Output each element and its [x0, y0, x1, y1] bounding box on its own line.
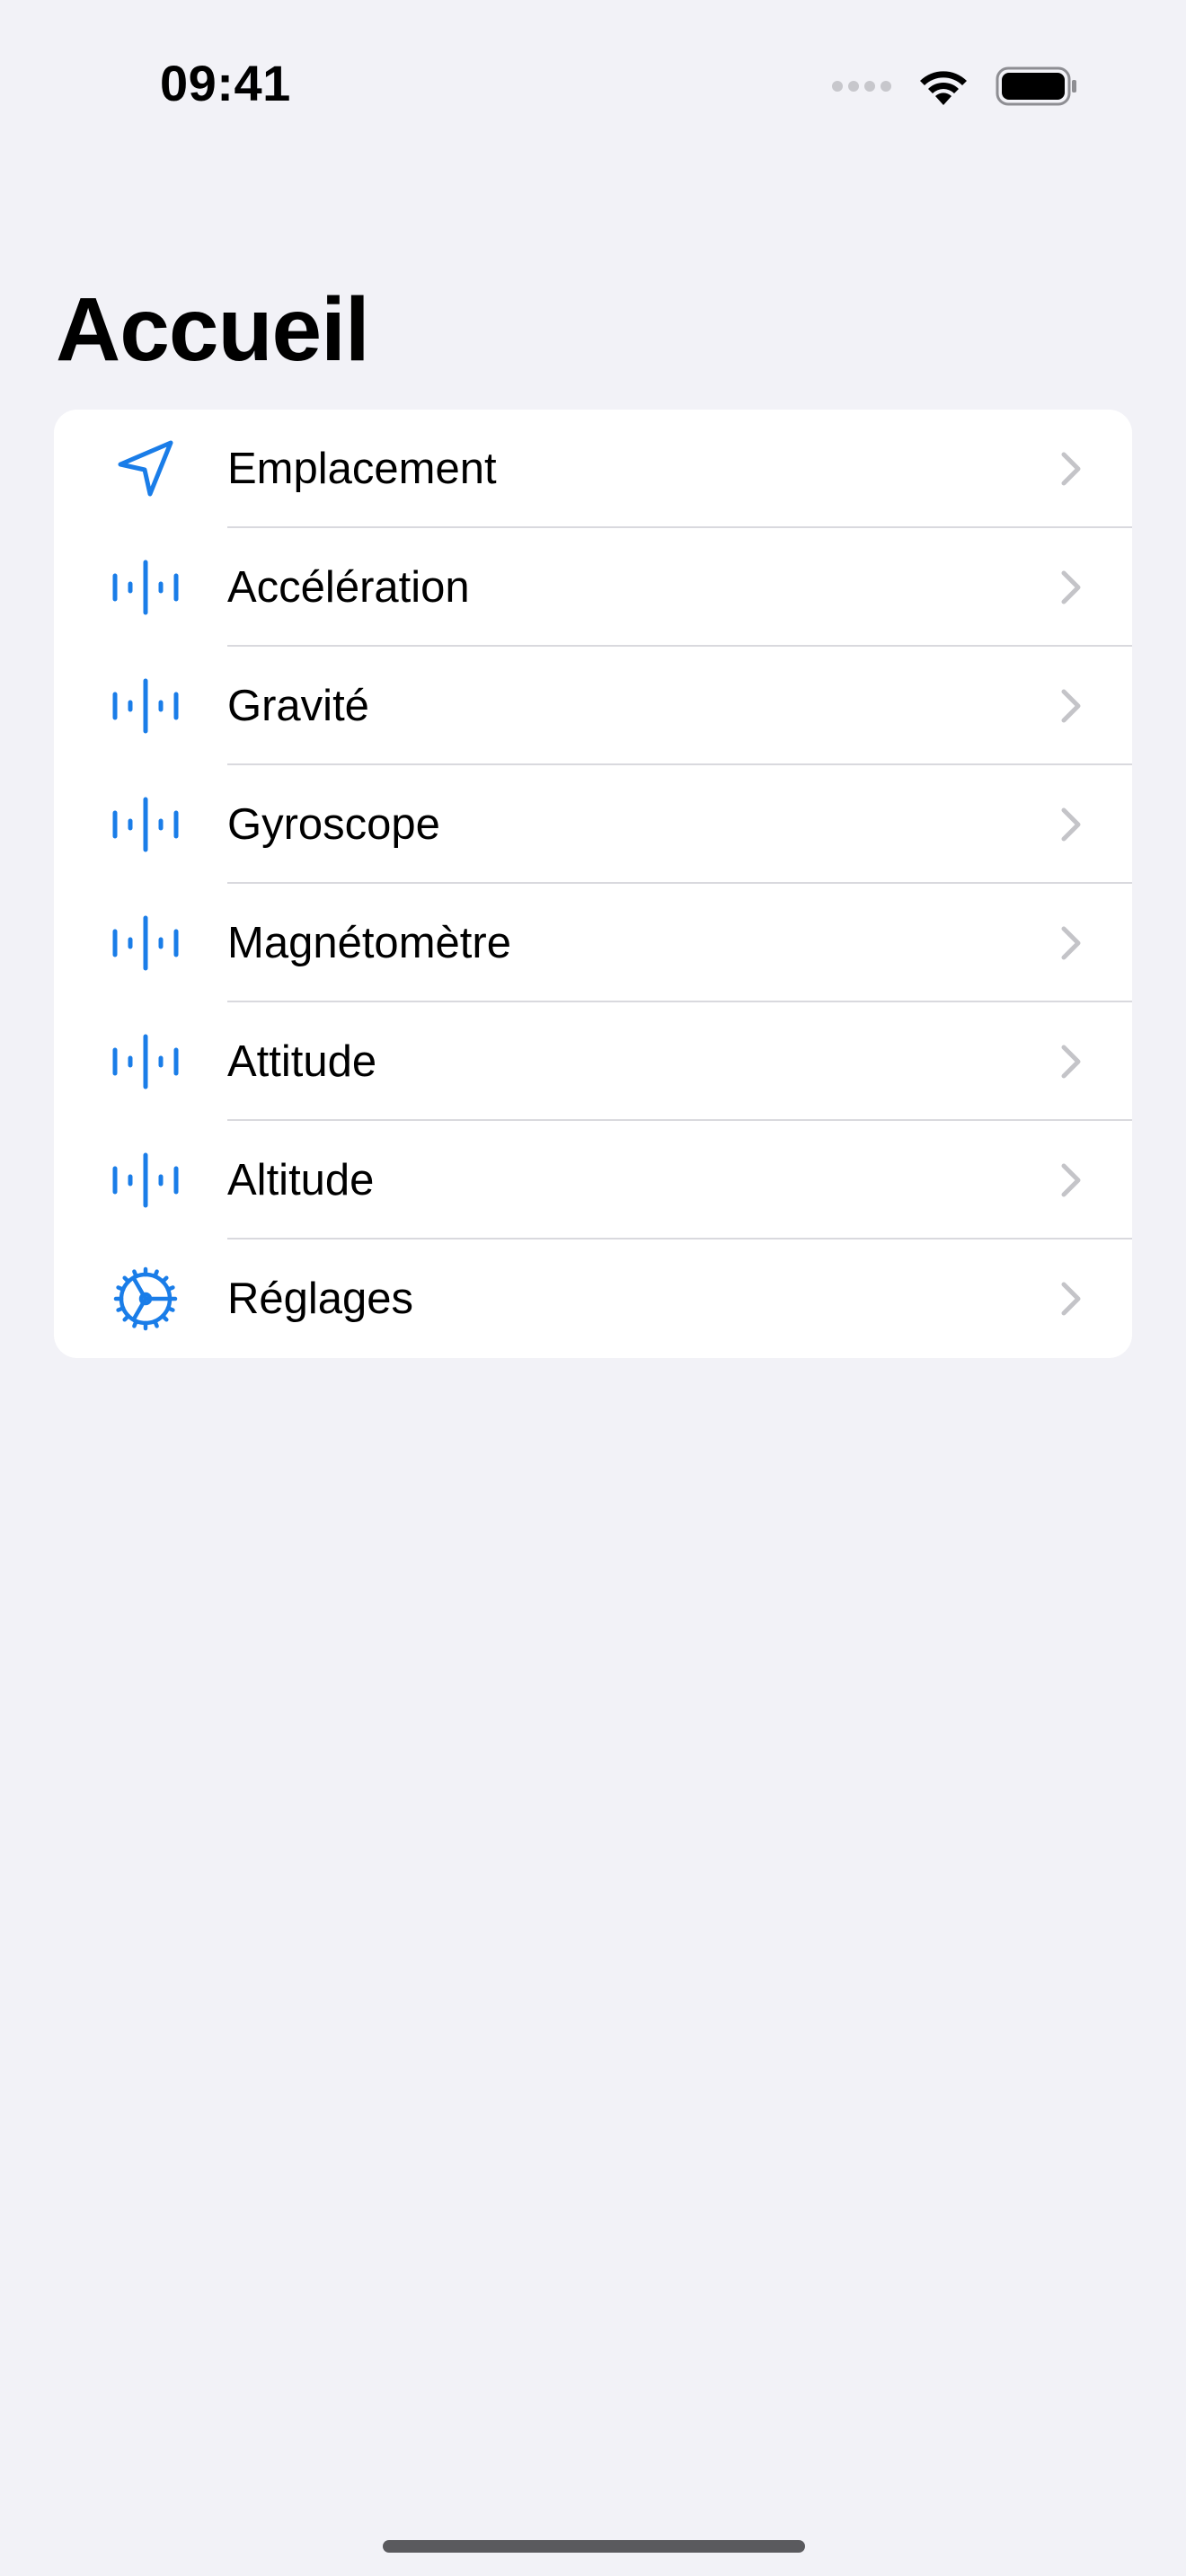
- waveform-icon: [108, 787, 183, 862]
- gear-icon: [108, 1261, 183, 1337]
- home-indicator[interactable]: [383, 2540, 805, 2553]
- waveform-icon: [108, 905, 183, 981]
- waveform-icon: [108, 668, 183, 744]
- menu-item-label: Gyroscope: [227, 800, 440, 849]
- menu-item-label: Accélération: [227, 563, 470, 612]
- menu-item-label: Gravité: [227, 682, 369, 730]
- waveform-icon: [108, 1024, 183, 1099]
- chevron-right-icon: [1061, 570, 1081, 604]
- waveform-icon: [108, 550, 183, 625]
- waveform-icon: [108, 1142, 183, 1218]
- menu-item-acceleration[interactable]: Accélération: [54, 528, 1132, 647]
- menu-item-gyroscope[interactable]: Gyroscope: [54, 765, 1132, 884]
- wifi-icon: [920, 71, 967, 105]
- chevron-right-icon: [1061, 452, 1081, 486]
- menu-item-altitude[interactable]: Altitude: [54, 1121, 1132, 1239]
- menu-item-attitude[interactable]: Attitude: [54, 1002, 1132, 1121]
- menu-item-label: Emplacement: [227, 445, 497, 493]
- menu-list: Emplacement Accélération Gravité Gyrosco…: [54, 410, 1132, 1358]
- menu-item-magnetometre[interactable]: Magnétomètre: [54, 884, 1132, 1002]
- menu-item-label: Magnétomètre: [227, 919, 511, 967]
- page-title: Accueil: [56, 279, 370, 380]
- chevron-right-icon: [1061, 1282, 1081, 1316]
- status-icons: [832, 63, 1078, 110]
- status-bar: 09:41: [0, 0, 1186, 171]
- cellular-signal-icon: [832, 81, 891, 92]
- chevron-right-icon: [1061, 689, 1081, 723]
- location-arrow-icon: [108, 431, 183, 507]
- battery-icon: [996, 66, 1076, 106]
- menu-item-gravite[interactable]: Gravité: [54, 647, 1132, 765]
- chevron-right-icon: [1061, 1163, 1081, 1197]
- menu-item-label: Attitude: [227, 1037, 377, 1086]
- menu-item-emplacement[interactable]: Emplacement: [54, 410, 1132, 528]
- chevron-right-icon: [1061, 1045, 1081, 1079]
- chevron-right-icon: [1061, 926, 1081, 960]
- menu-item-label: Réglages: [227, 1275, 414, 1323]
- chevron-right-icon: [1061, 807, 1081, 842]
- menu-item-reglages[interactable]: Réglages: [54, 1239, 1132, 1358]
- status-time: 09:41: [160, 55, 291, 111]
- menu-item-label: Altitude: [227, 1156, 375, 1204]
